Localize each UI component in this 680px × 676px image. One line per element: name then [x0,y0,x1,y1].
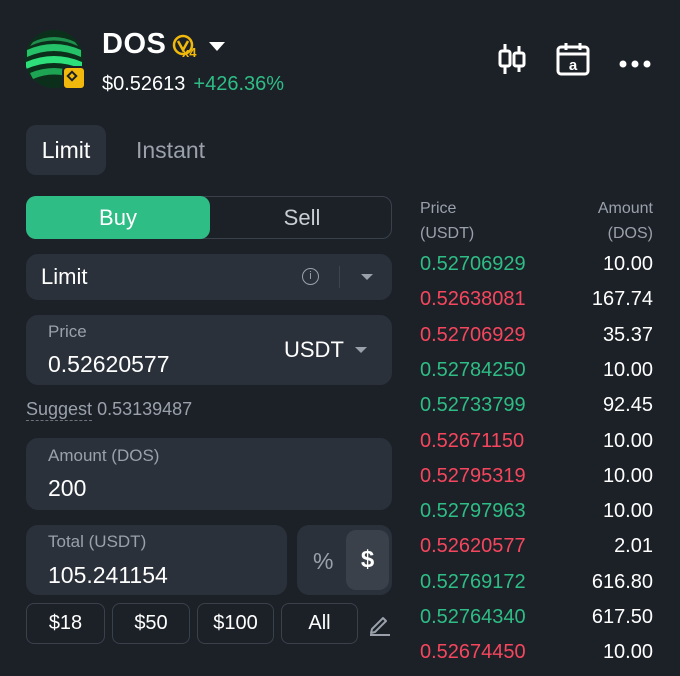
more-icon[interactable] [619,55,651,73]
tab-limit[interactable]: Limit [26,125,106,175]
orderbook-row[interactable]: 0.52797963 10.00 [420,500,653,535]
orderbook-row[interactable]: 0.52706929 35.37 [420,324,653,359]
orderbook-price: 0.52784250 [420,358,526,381]
price-input[interactable]: 0.52620577 [48,351,170,378]
suggest-price[interactable]: Suggest 0.53139487 [26,399,193,421]
total-input[interactable]: 105.241154 [48,562,168,589]
total-label: Total (USDT) [48,532,147,551]
orderbook-row[interactable]: 0.52733799 92.45 [420,394,653,429]
orderbook-row[interactable]: 0.52795319 10.00 [420,465,653,500]
orderbook-row[interactable]: 0.52764340 617.50 [420,606,653,641]
header-line: (USDT) [420,225,475,242]
verified-leverage-badge: x4 [172,34,202,67]
orderbook-amount: 92.45 [602,394,653,417]
orderbook-price: 0.52764340 [420,606,526,628]
orderbook-price: 0.52797963 [420,500,526,523]
chevron-down-icon[interactable] [355,347,367,353]
calendar-icon[interactable]: a [556,42,590,81]
orderbook-price: 0.52620577 [420,535,526,558]
quick-amount-all-button[interactable]: All [281,603,358,644]
candlestick-chart-icon[interactable] [497,42,527,81]
orderbook-amount: 10.00 [602,464,653,487]
orderbook-price: 0.52638081 [420,288,526,311]
orderbook-amount: 10.00 [602,253,653,275]
orderbook-price: 0.52674450 [420,641,526,664]
orderbook-row[interactable]: 0.52620577 2.01 [420,535,653,570]
amount-label: Amount (DOS) [48,446,160,465]
suggest-label: Suggest [26,399,93,421]
orderbook-price: 0.52706929 [420,253,526,275]
header-line: Price [420,200,457,217]
orderbook-amount: 10.00 [602,500,653,523]
order-type-label: Limit [41,264,88,289]
dollar-toggle[interactable]: $ [346,530,389,590]
price-change: +426.36% [193,73,285,95]
orderbook-row[interactable]: 0.52706929 10.00 [420,253,653,288]
buy-button[interactable]: Buy [26,196,210,239]
orderbook-price: 0.52769172 [420,570,526,593]
orderbook-price: 0.52706929 [420,323,526,346]
chevron-down-icon[interactable] [361,274,373,280]
orderbook-price-header: Price (USDT) [420,196,474,246]
orderbook-amount: 617.50 [591,606,653,628]
orderbook-row[interactable]: 0.52769172 616.80 [420,571,653,606]
header-line: Amount [597,200,653,217]
orderbook-price: 0.52733799 [420,394,526,417]
tab-instant[interactable]: Instant [136,125,205,175]
token-price-line: $0.52613 +426.36% [102,73,284,96]
info-icon[interactable]: i [302,268,319,285]
price-currency-select[interactable]: USDT [284,337,344,363]
quick-amount-button[interactable]: $100 [197,603,274,644]
suggest-value: 0.53139487 [97,399,193,419]
orderbook-row[interactable]: 0.52784250 10.00 [420,359,653,394]
orderbook-amount: 167.74 [591,288,653,311]
price-label: Price [48,322,87,341]
chain-badge-icon [62,66,86,90]
orderbook-amount: 616.80 [591,570,653,593]
svg-text:a: a [569,57,578,74]
orderbook-amount: 10.00 [602,641,653,664]
orderbook-amount-header: Amount (DOS) [598,196,653,246]
quick-amount-button[interactable]: $18 [26,603,105,644]
sell-button[interactable]: Sell [212,196,392,239]
pencil-icon[interactable] [368,612,392,641]
percent-toggle[interactable]: % [313,548,333,575]
orderbook-row[interactable]: 0.52671150 10.00 [420,430,653,465]
orderbook-row[interactable]: 0.52674450 10.00 [420,641,653,676]
divider [339,266,340,288]
orderbook-amount: 2.01 [614,535,653,558]
token-name[interactable]: DOS [102,28,166,61]
token-price: $0.52613 [102,73,186,95]
orderbook-price: 0.52671150 [420,429,525,452]
orderbook-amount: 10.00 [602,429,653,452]
chevron-down-icon[interactable] [209,42,225,51]
header-line: (DOS) [607,225,653,242]
amount-input[interactable]: 200 [48,475,86,502]
leverage-label: x4 [182,45,197,60]
quick-amount-button[interactable]: $50 [112,603,190,644]
orderbook-row[interactable]: 0.52638081 167.74 [420,288,653,323]
orderbook-amount: 10.00 [602,358,653,381]
orderbook-amount: 35.37 [602,323,653,346]
orderbook-price: 0.52795319 [420,464,526,487]
